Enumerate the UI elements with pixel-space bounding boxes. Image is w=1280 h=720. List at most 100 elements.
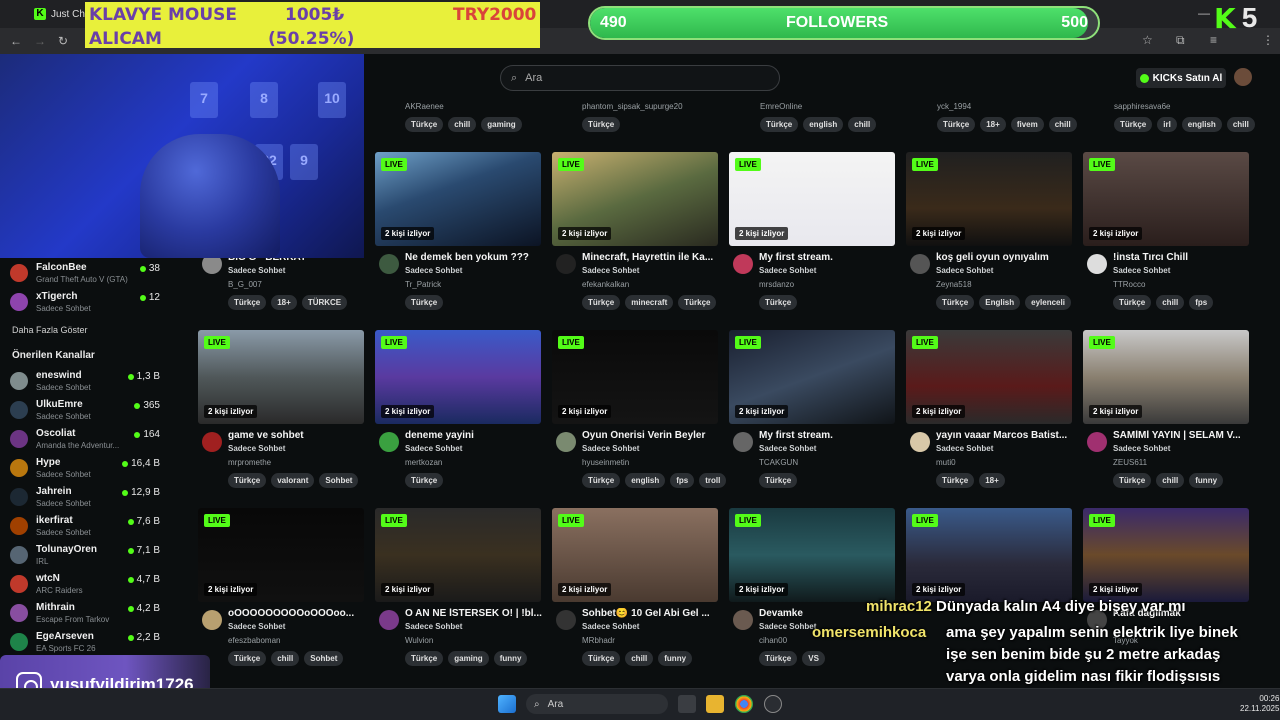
tag-pill[interactable]: Türkçe [228,295,267,310]
channel-username[interactable]: efeszbaboman [228,636,280,645]
stream-title[interactable]: game ve sohbet [228,430,373,441]
sidebar-channel-item[interactable]: UlkuEmre Sadece Sohbet 365 [10,399,160,427]
tag-pill[interactable]: eylenceli [1025,295,1071,310]
stream-thumbnail[interactable]: LIVE 2 kişi izliyor [198,330,364,424]
channel-username[interactable]: muti0 [936,458,956,467]
channel-avatar[interactable] [1087,432,1107,452]
tag-pill[interactable]: funny [658,651,693,666]
tag-pill[interactable]: Türkçe [759,295,798,310]
tag-pill[interactable]: chill [848,117,877,132]
stream-thumbnail[interactable]: LIVE 2 kişi izliyor [375,508,541,602]
tag-pill[interactable]: Türkçe [582,651,621,666]
stream-category[interactable]: Sadece Sohbet [936,266,993,275]
stream-category[interactable]: Sadece Sohbet [759,444,816,453]
channel-username[interactable]: hyuseinmetin [582,458,629,467]
channel-avatar[interactable] [1087,254,1107,274]
sidebar-channel-item[interactable]: Hype Sadece Sohbet 16,4 B [10,457,160,485]
stream-thumbnail[interactable]: LIVE 2 kişi izliyor [552,330,718,424]
stream-thumbnail[interactable]: LIVE 2 kişi izliyor [906,508,1072,602]
taskbar-search[interactable]: ⌕ Ara [526,694,668,714]
channel-username[interactable]: Zeyna518 [936,280,972,289]
tag-pill[interactable]: irl [1157,117,1177,132]
stream-thumbnail[interactable]: LIVE 2 kişi izliyor [552,508,718,602]
stream-thumbnail[interactable]: LIVE 2 kişi izliyor [198,508,364,602]
tag-pill[interactable]: english [1181,117,1222,132]
stream-title[interactable]: Ne demek ben yokum ??? [405,252,550,263]
extensions-icon[interactable]: ⧉ [1176,33,1185,48]
tag-pill[interactable]: fps [670,473,695,488]
start-icon[interactable] [498,695,516,713]
tag-pill[interactable]: chill [448,117,477,132]
tag-pill[interactable]: Türkçe [405,117,444,132]
channel-avatar[interactable] [733,610,753,630]
file-explorer-icon[interactable] [706,695,724,713]
stream-thumbnail[interactable]: LIVE 2 kişi izliyor [729,152,895,246]
user-avatar[interactable] [1234,68,1252,86]
tag-pill[interactable]: Türkçe [405,473,444,488]
tag-pill[interactable]: english [625,473,666,488]
tag-pill[interactable]: chill [1048,117,1077,132]
stream-card[interactable]: LIVE 2 kişi izliyor game ve sohbet Sadece S… [198,330,368,500]
tag-pill[interactable]: Türkçe [228,651,267,666]
tag-pill[interactable]: minecraft [625,295,674,310]
stream-card[interactable]: LIVE 2 kişi izliyor Minecraft, Hayrettin i… [552,152,722,322]
channel-username[interactable]: mrsdanzo [759,280,794,289]
stream-card[interactable]: LIVE 2 kişi izliyor SAMİMİ YAYIN | SELAM V… [1083,330,1253,500]
sidebar-channel-item[interactable]: Mithrain Escape From Tarkov 4,2 B [10,602,160,630]
channel-username[interactable]: sapphiresava6e [1114,102,1170,111]
channel-avatar[interactable] [910,254,930,274]
reading-list-icon[interactable]: ≡ [1210,33,1217,47]
stream-title[interactable]: My first stream. [759,252,904,263]
stream-category[interactable]: Sadece Sohbet [228,622,285,631]
tag-pill[interactable]: fps [1189,295,1214,310]
sidebar-channel-item[interactable]: TolunayOren IRL 7,1 B [10,544,160,572]
stream-category[interactable]: Sadece Sohbet [1113,266,1170,275]
channel-username[interactable]: MRbhadr [582,636,615,645]
tag-pill[interactable]: english [803,117,844,132]
stream-category[interactable]: Sadece Sohbet [759,266,816,275]
stream-title[interactable]: oOOOOOOOOOoOOOoo... [228,608,373,619]
tag-pill[interactable]: Türkçe [759,473,798,488]
tag-pill[interactable]: Türkçe [678,295,717,310]
tag-pill[interactable]: Türkçe [405,651,444,666]
stream-thumbnail[interactable]: LIVE 2 kişi izliyor [375,330,541,424]
buy-kicks-button[interactable]: KICKs Satın Al [1136,68,1226,88]
stream-thumbnail[interactable]: LIVE 2 kişi izliyor [1083,508,1249,602]
stream-card[interactable]: LIVE 2 kişi izliyor My first stream. Sadece… [729,330,899,500]
tag-pill[interactable]: funny [493,651,528,666]
channel-avatar[interactable] [202,432,222,452]
sidebar-channel-item[interactable]: ikerfirat Sadece Sohbet 7,6 B [10,515,160,543]
stream-card[interactable]: LIVE 2 kişi izliyor O AN NE İSTERSEK O! | … [375,508,545,678]
channel-username[interactable]: mrpromethe [228,458,271,467]
sidebar-channel-item[interactable]: xTigerch Sadece Sohbet 12 [10,291,160,319]
search-input[interactable]: ⌕ Ara [500,65,780,91]
channel-username[interactable]: yck_1994 [937,102,971,111]
tag-pill[interactable]: chill [1156,295,1185,310]
channel-avatar[interactable] [733,432,753,452]
stream-card[interactable]: LIVE 2 kişi izliyor Oyun Önerisi Verin Bey… [552,330,727,500]
sidebar-channel-item[interactable]: wtcN ARC Raiders 4,7 B [10,573,160,601]
stream-category[interactable]: Sadece Sohbet [1113,444,1170,453]
stream-title[interactable]: !insta Tırcı Chill [1113,252,1258,263]
tag-pill[interactable]: Sohbet [304,651,344,666]
forward-icon[interactable]: → [34,34,46,48]
stream-thumbnail[interactable]: LIVE 2 kişi izliyor [552,152,718,246]
stream-title[interactable]: yayın vaaar Marcos Batist... [936,430,1081,441]
stream-title[interactable]: My first stream. [759,430,904,441]
tag-pill[interactable]: funny [1189,473,1224,488]
channel-username[interactable]: mertkozan [405,458,442,467]
menu-icon[interactable]: ⋮ [1262,33,1274,47]
tag-pill[interactable]: Türkçe [1113,473,1152,488]
task-view-icon[interactable] [678,695,696,713]
show-more-link[interactable]: Daha Fazla Göster [12,325,88,335]
stream-card[interactable]: LIVE 2 kişi izliyor oOOOOOOOOOoOOOoo... Sad… [198,508,368,678]
app-icon[interactable] [764,695,782,713]
channel-username[interactable]: TTRocco [1113,280,1145,289]
stream-thumbnail[interactable]: LIVE 2 kişi izliyor [906,330,1072,424]
chrome-icon[interactable] [735,695,753,713]
stream-title[interactable]: Minecraft, Hayrettin ile Ka... [582,252,727,263]
channel-username[interactable]: EmreOnline [760,102,802,111]
stream-category[interactable]: Sadece Sohbet [405,622,462,631]
tag-pill[interactable]: chill [1226,117,1255,132]
stream-card[interactable]: LIVE 2 kişi izliyor yayın vaaar Marcos Bat… [906,330,1076,500]
